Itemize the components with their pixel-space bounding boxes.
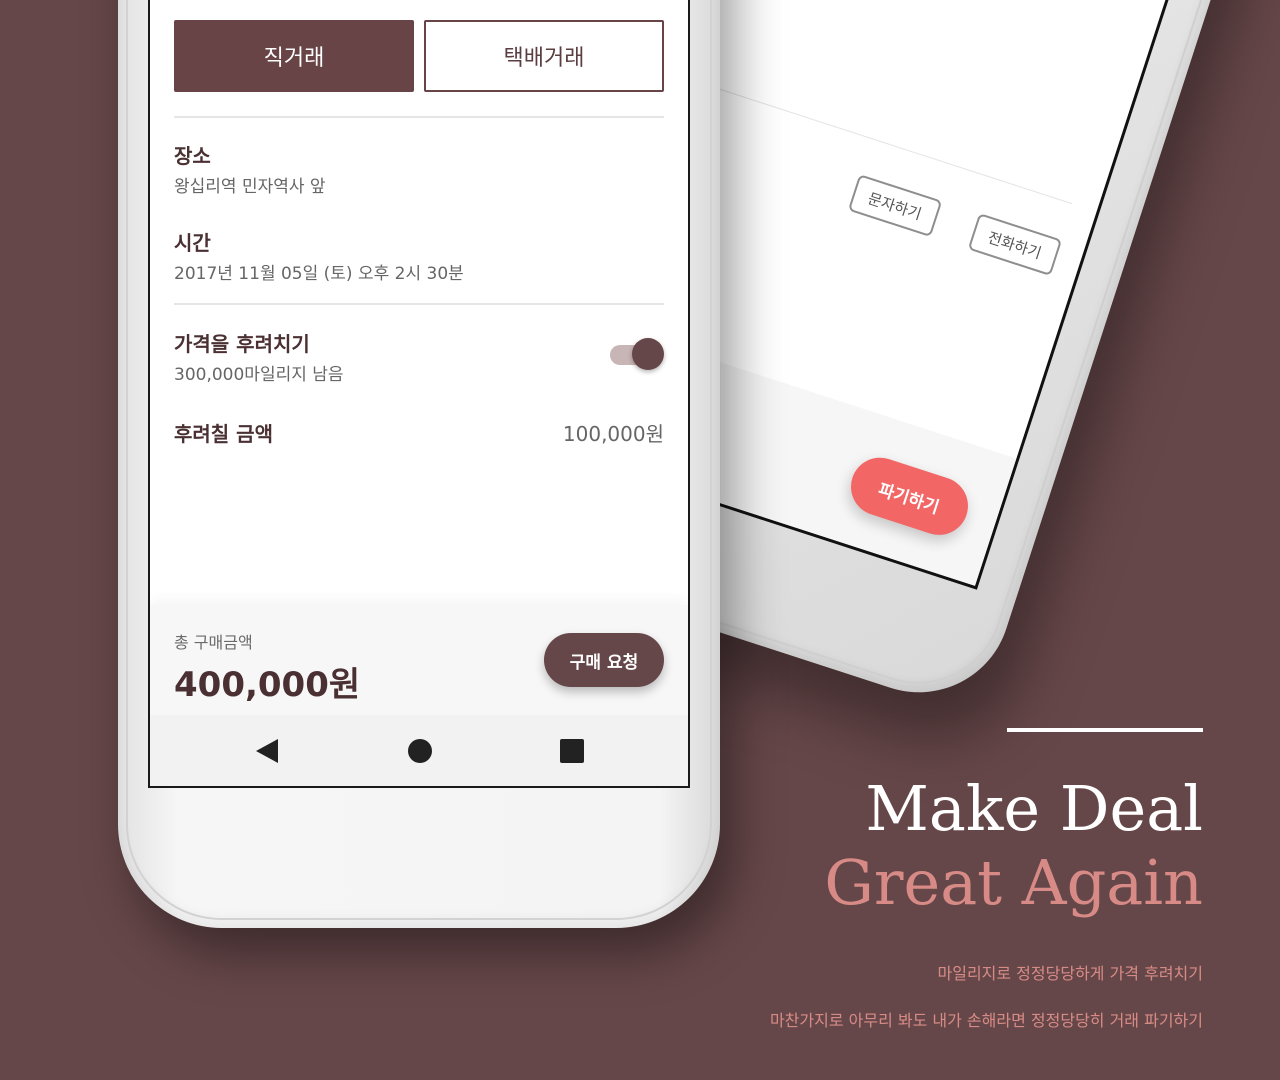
haggle-label: 가격을 후려치기: [174, 332, 310, 356]
tagline-1: 마일리지로 정정당당하게 가격 후려치기: [937, 964, 1204, 983]
accent-line: [1007, 728, 1203, 732]
android-navbar: [150, 715, 688, 786]
back-icon[interactable]: [256, 739, 278, 763]
headline-line-1: Make Deal: [865, 772, 1203, 845]
tab-delivery-trade[interactable]: 택배거래: [424, 20, 664, 92]
time-label: 시간: [174, 231, 211, 255]
purchase-request-button[interactable]: 구매 요청: [544, 633, 664, 687]
front-phone-mockup: 직거래 택배거래 장소 왕십리역 민자역사 앞 시간 2017년 11월 05일…: [118, 0, 720, 928]
divider: [174, 116, 664, 118]
headline-line-2: Great Again: [824, 846, 1203, 920]
haggle-amount-value[interactable]: 100,000원: [563, 418, 664, 447]
toggle-knob: [632, 338, 664, 370]
sms-button[interactable]: 문자하기: [847, 174, 943, 238]
divider: [174, 303, 664, 305]
total-footer: 총 구매금액 400,000원 구매 요청: [150, 605, 688, 715]
mileage-remaining: 300,000마일리지 남음: [174, 365, 344, 385]
recent-apps-icon[interactable]: [560, 739, 584, 763]
call-button[interactable]: 전화하기: [967, 212, 1063, 277]
time-value: 2017년 11월 05일 (토) 오후 2시 30분: [174, 264, 464, 284]
haggle-toggle[interactable]: [606, 338, 664, 372]
tagline-2: 마찬가지로 아무리 봐도 내가 손해라면 정정당당히 거래 파기하기: [769, 1011, 1203, 1030]
place-value: 왕십리역 민자역사 앞: [174, 177, 326, 197]
haggle-amount-label: 후려칠 금액: [174, 422, 273, 446]
place-label: 장소: [174, 144, 211, 168]
home-icon[interactable]: [408, 739, 432, 763]
total-label: 총 구매금액: [174, 633, 253, 652]
trade-type-tabs: 직거래 택배거래: [174, 20, 664, 92]
tab-direct-trade[interactable]: 직거래: [174, 20, 414, 92]
headline: Make Deal Great Again: [824, 772, 1203, 921]
front-phone-screen: 직거래 택배거래 장소 왕십리역 민자역사 앞 시간 2017년 11월 05일…: [148, 0, 690, 788]
total-value: 400,000원: [174, 665, 361, 705]
